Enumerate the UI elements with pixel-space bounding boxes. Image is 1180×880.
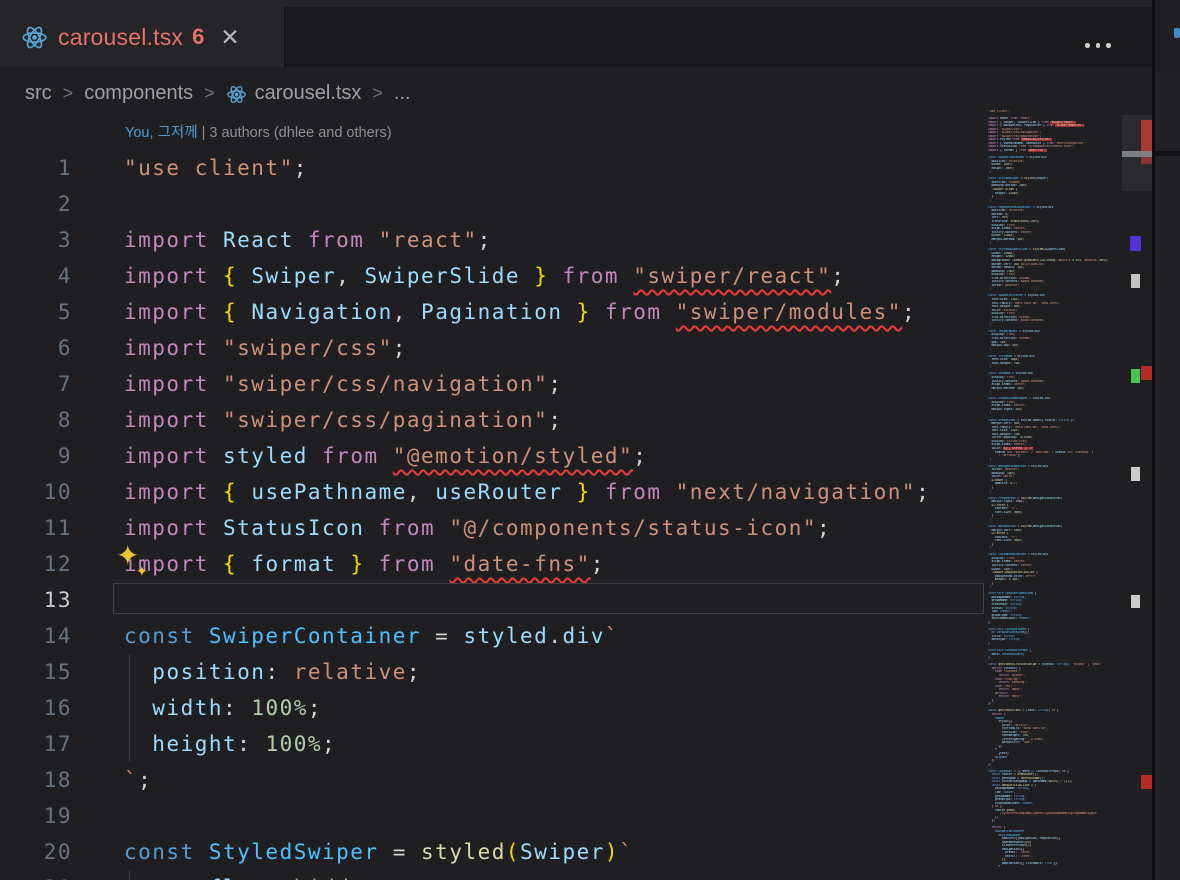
tab-bar: carousel.tsx 6 ✕	[0, 7, 1152, 67]
code-line[interactable]: 11 import StatusIcon from "@/components/s…	[0, 510, 985, 546]
code-editor[interactable]: 1 "use client"; 23 import React from "react…	[0, 150, 985, 880]
line-number: 16	[0, 690, 72, 726]
line-number: 13	[0, 582, 72, 618]
code-text: import styled from "@emotion/styled";	[124, 438, 647, 474]
code-line[interactable]: 3 import React from "react";	[0, 222, 985, 258]
code-line[interactable]: 19	[0, 798, 985, 834]
minimap-line: >	[988, 865, 1122, 869]
error-mark	[1141, 775, 1152, 789]
code-line[interactable]: 9 import styled from "@emotion/styled";	[0, 438, 985, 474]
code-line[interactable]: 4 import { Swiper, SwiperSlide } from "sw…	[0, 258, 985, 294]
code-line[interactable]: 16 width: 100%;	[0, 690, 985, 726]
line-number: 20	[0, 834, 72, 870]
line-number: 11	[0, 510, 72, 546]
code-text: "use client";	[124, 150, 308, 186]
code-line[interactable]: 21 overflow: hidden;	[0, 870, 985, 880]
breadcrumb-item-components[interactable]: components	[84, 82, 193, 105]
line-number: 17	[0, 726, 72, 762]
line-number: 19	[0, 798, 72, 834]
code-text: import { Navigation, Pagination } from "…	[124, 294, 916, 330]
breadcrumb-item-symbol[interactable]: ...	[394, 82, 411, 105]
chevron-right-icon: >	[204, 83, 215, 104]
code-line[interactable]: 10 import { usePathname, useRouter } from…	[0, 474, 985, 510]
code-line[interactable]: 7 import "swiper/css/navigation";	[0, 366, 985, 402]
code-line[interactable]: 14 const SwiperContainer = styled.div`	[0, 618, 985, 654]
second-editor-group-edge	[1155, 0, 1180, 880]
code-text: width: 100%;	[124, 690, 322, 726]
tab-title: carousel.tsx	[58, 24, 183, 51]
line-number: 1	[0, 150, 72, 186]
code-text: import React from "react";	[124, 222, 492, 258]
error-mark	[1141, 120, 1152, 152]
code-line[interactable]: 5 import { Navigation, Pagination } from …	[0, 294, 985, 330]
line-number: 18	[0, 762, 72, 798]
problems-badge: 6	[192, 24, 204, 50]
codelens-blame[interactable]: You, 그저께 | 3 authors (dhlee and others)	[125, 121, 392, 142]
code-line[interactable]: 17 height: 100%;	[0, 726, 985, 762]
code-text: import "swiper/css";	[124, 330, 407, 366]
code-line[interactable]: 13	[0, 582, 985, 618]
line-number: 15	[0, 654, 72, 690]
code-line[interactable]: 1 "use client";	[0, 150, 985, 186]
error-mark	[1141, 157, 1152, 164]
react-icon	[21, 24, 48, 51]
more-actions-button[interactable]	[1085, 43, 1111, 48]
added-mark	[1131, 369, 1140, 383]
change-mark	[1130, 236, 1141, 251]
window-top-strip	[0, 0, 1152, 7]
line-number: 10	[0, 474, 72, 510]
code-text: import "swiper/css/pagination";	[124, 402, 562, 438]
code-text: const StyledSwiper = styled(Swiper)`	[124, 834, 633, 870]
breadcrumb: src > components > carousel.tsx > ...	[25, 82, 411, 105]
line-number: 2	[0, 186, 72, 222]
overview-ruler[interactable]	[1122, 0, 1152, 880]
code-line[interactable]: 6 import "swiper/css";	[0, 330, 985, 366]
line-number: 14	[0, 618, 72, 654]
code-text: import { format } from "date-fns";	[124, 546, 605, 582]
code-text: overflow: hidden;	[124, 870, 393, 880]
breadcrumb-item-file[interactable]: carousel.tsx	[255, 82, 362, 105]
chevron-right-icon: >	[63, 83, 74, 104]
code-line[interactable]: 2	[0, 186, 985, 222]
line-number: 21	[0, 870, 72, 880]
codelens-authors[interactable]: | 3 authors (dhlee and others)	[198, 125, 392, 141]
line-number: 8	[0, 402, 72, 438]
line-number: 7	[0, 366, 72, 402]
shadow-line	[1155, 151, 1180, 156]
indent-guide	[129, 654, 130, 762]
minimap[interactable]: "use client";import React from "react";i…	[988, 110, 1122, 880]
change-mark	[1131, 274, 1140, 288]
tab-carousel-tsx[interactable]: carousel.tsx 6 ✕	[0, 7, 285, 67]
line-number: 6	[0, 330, 72, 366]
code-text: import "swiper/css/navigation";	[124, 366, 562, 402]
code-text: const SwiperContainer = styled.div`	[124, 618, 619, 654]
line-number: 4	[0, 258, 72, 294]
code-line[interactable]: 15 position: relative;	[0, 654, 985, 690]
error-mark	[1141, 366, 1152, 380]
react-icon-fragment	[1174, 28, 1180, 38]
code-text: import StatusIcon from "@/components/sta…	[124, 510, 831, 546]
close-icon[interactable]: ✕	[220, 26, 239, 49]
code-text: `;	[124, 762, 152, 798]
code-line[interactable]: 12 import { format } from "date-fns";	[0, 546, 985, 582]
code-line[interactable]: 8 import "swiper/css/pagination";	[0, 402, 985, 438]
code-text: import { Swiper, SwiperSlide } from "swi…	[124, 258, 845, 294]
chevron-right-icon: >	[372, 83, 383, 104]
line-number: 3	[0, 222, 72, 258]
change-mark	[1131, 595, 1140, 608]
code-line[interactable]: 18 `;	[0, 762, 985, 798]
cursor-position-mark	[1122, 151, 1152, 157]
code-text: position: relative;	[124, 654, 421, 690]
code-text: height: 100%;	[124, 726, 336, 762]
line-number: 12	[0, 546, 72, 582]
codelens-author[interactable]: You, 그저께	[125, 125, 198, 141]
code-text: import { usePathname, useRouter } from "…	[124, 474, 930, 510]
line-number: 5	[0, 294, 72, 330]
line-number: 9	[0, 438, 72, 474]
react-icon	[226, 84, 247, 105]
indent-guide	[129, 870, 130, 880]
code-line[interactable]: 20 const StyledSwiper = styled(Swiper)`	[0, 834, 985, 870]
breadcrumb-item-src[interactable]: src	[25, 82, 52, 105]
change-mark	[1131, 467, 1140, 481]
